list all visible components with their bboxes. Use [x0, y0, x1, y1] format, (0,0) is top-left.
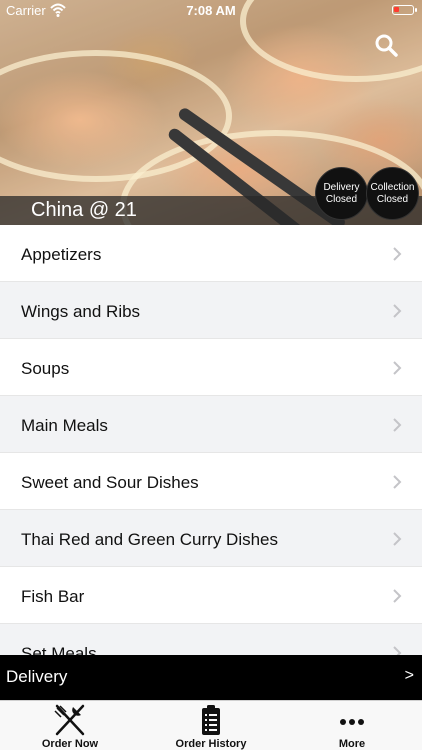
category-row-appetizers[interactable]: Appetizers — [0, 225, 422, 282]
chevron-right-icon — [393, 361, 402, 375]
category-label: Thai Red and Green Curry Dishes — [21, 530, 279, 549]
tab-bar: Order Now Order History More — [0, 700, 422, 750]
category-row-sweet-sour[interactable]: Sweet and Sour Dishes — [0, 453, 422, 510]
chevron-right-icon — [393, 646, 402, 655]
chevron-right-icon — [393, 418, 402, 432]
category-row-thai-curry[interactable]: Thai Red and Green Curry Dishes — [0, 510, 422, 567]
category-row-main-meals[interactable]: Main Meals — [0, 396, 422, 453]
category-label: Soups — [21, 359, 70, 378]
clipboard-list-icon — [202, 705, 220, 735]
category-row-set-meals[interactable]: Set Meals — [0, 624, 422, 655]
category-row-wings-ribs[interactable]: Wings and Ribs — [0, 282, 422, 339]
category-label: Sweet and Sour Dishes — [21, 473, 199, 492]
tab-order-history[interactable]: Order History — [140, 701, 282, 751]
delivery-status-badge[interactable]: Delivery Closed — [315, 167, 368, 220]
chevron-right-icon — [393, 589, 402, 603]
delivery-arrow-icon: > — [404, 667, 414, 684]
chevron-right-icon — [393, 247, 402, 261]
battery-icon — [392, 5, 417, 15]
menu-category-list: Appetizers Wings and Ribs Soups Main Mea… — [0, 225, 422, 655]
more-dots-icon — [340, 719, 364, 725]
chevron-right-icon — [393, 475, 402, 489]
delivery-status-line1: Delivery — [323, 181, 360, 193]
category-row-fish-bar[interactable]: Fish Bar — [0, 567, 422, 624]
collection-status-line1: Collection — [370, 181, 415, 193]
tab-label: Order Now — [41, 738, 99, 750]
collection-status-line2: Closed — [376, 193, 409, 205]
collection-status-badge[interactable]: Collection Closed — [366, 167, 419, 220]
category-row-soups[interactable]: Soups — [0, 339, 422, 396]
tab-label: More — [338, 738, 366, 750]
tab-order-now[interactable]: Order Now — [0, 701, 140, 751]
category-label: Set Meals — [21, 644, 97, 655]
status-time: 7:08 AM — [186, 3, 236, 18]
search-icon[interactable] — [374, 33, 398, 57]
chevron-right-icon — [393, 532, 402, 546]
delivery-status-line2: Closed — [325, 193, 358, 205]
category-label: Fish Bar — [21, 587, 85, 606]
chevron-right-icon — [393, 304, 402, 318]
tab-more[interactable]: More — [282, 701, 422, 751]
delivery-mode-bar[interactable]: Delivery > — [0, 655, 422, 700]
delivery-mode-label: Delivery — [6, 667, 68, 686]
restaurant-name: China @ 21 — [31, 199, 137, 221]
category-label: Wings and Ribs — [21, 302, 141, 321]
status-bar: Carrier 7:08 AM — [0, 0, 422, 22]
category-label: Main Meals — [21, 416, 108, 435]
fork-knife-icon — [54, 704, 85, 736]
category-label: Appetizers — [21, 245, 102, 264]
tab-label: Order History — [175, 738, 247, 750]
